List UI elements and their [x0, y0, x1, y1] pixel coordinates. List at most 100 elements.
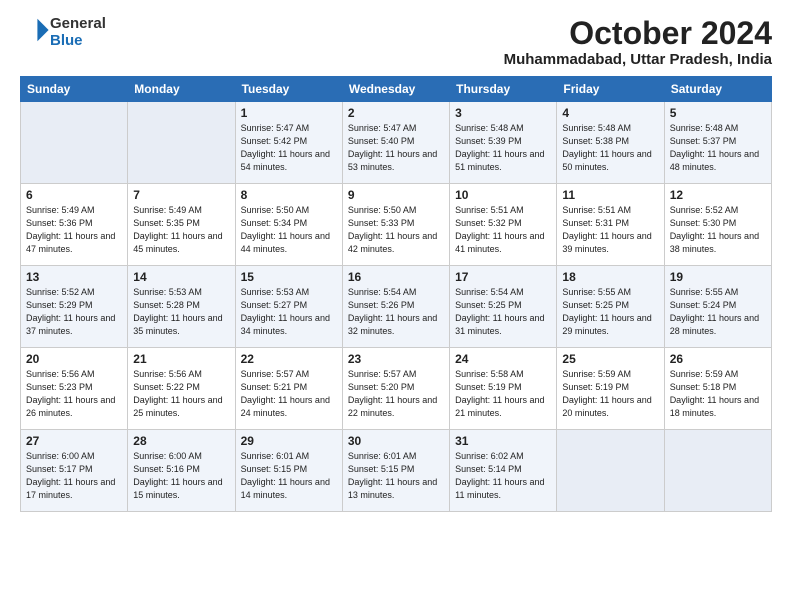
day-number: 17: [455, 270, 551, 284]
calendar-cell: 14 Sunrise: 5:53 AM Sunset: 5:28 PM Dayl…: [128, 266, 235, 348]
day-number: 14: [133, 270, 229, 284]
calendar-cell: 24 Sunrise: 5:58 AM Sunset: 5:19 PM Dayl…: [450, 348, 557, 430]
weekday-header: Thursday: [450, 77, 557, 102]
calendar-cell: 8 Sunrise: 5:50 AM Sunset: 5:34 PM Dayli…: [235, 184, 342, 266]
calendar-cell: 26 Sunrise: 5:59 AM Sunset: 5:18 PM Dayl…: [664, 348, 771, 430]
cell-info: Sunrise: 5:50 AM Sunset: 5:33 PM Dayligh…: [348, 204, 444, 256]
calendar-cell: 20 Sunrise: 5:56 AM Sunset: 5:23 PM Dayl…: [21, 348, 128, 430]
cell-info: Sunrise: 5:56 AM Sunset: 5:22 PM Dayligh…: [133, 368, 229, 420]
cell-info: Sunrise: 6:02 AM Sunset: 5:14 PM Dayligh…: [455, 450, 551, 502]
cell-info: Sunrise: 5:50 AM Sunset: 5:34 PM Dayligh…: [241, 204, 337, 256]
calendar-cell: 13 Sunrise: 5:52 AM Sunset: 5:29 PM Dayl…: [21, 266, 128, 348]
header: General Blue October 2024 Muhammadabad, …: [20, 16, 772, 68]
cell-info: Sunrise: 5:49 AM Sunset: 5:35 PM Dayligh…: [133, 204, 229, 256]
cell-info: Sunrise: 5:55 AM Sunset: 5:24 PM Dayligh…: [670, 286, 766, 338]
calendar-cell: 25 Sunrise: 5:59 AM Sunset: 5:19 PM Dayl…: [557, 348, 664, 430]
calendar-cell: 23 Sunrise: 5:57 AM Sunset: 5:20 PM Dayl…: [342, 348, 449, 430]
logo: General Blue: [20, 16, 106, 49]
cell-info: Sunrise: 5:49 AM Sunset: 5:36 PM Dayligh…: [26, 204, 122, 256]
day-number: 24: [455, 352, 551, 366]
day-number: 22: [241, 352, 337, 366]
day-number: 19: [670, 270, 766, 284]
weekday-header: Sunday: [21, 77, 128, 102]
calendar-cell: 22 Sunrise: 5:57 AM Sunset: 5:21 PM Dayl…: [235, 348, 342, 430]
day-number: 30: [348, 434, 444, 448]
cell-info: Sunrise: 5:47 AM Sunset: 5:40 PM Dayligh…: [348, 122, 444, 174]
day-number: 18: [562, 270, 658, 284]
logo-blue: Blue: [50, 33, 106, 50]
calendar-cell: 9 Sunrise: 5:50 AM Sunset: 5:33 PM Dayli…: [342, 184, 449, 266]
cell-info: Sunrise: 5:53 AM Sunset: 5:27 PM Dayligh…: [241, 286, 337, 338]
cell-info: Sunrise: 5:58 AM Sunset: 5:19 PM Dayligh…: [455, 368, 551, 420]
weekday-header: Tuesday: [235, 77, 342, 102]
cell-info: Sunrise: 6:00 AM Sunset: 5:17 PM Dayligh…: [26, 450, 122, 502]
weekday-header: Friday: [557, 77, 664, 102]
calendar-cell: 12 Sunrise: 5:52 AM Sunset: 5:30 PM Dayl…: [664, 184, 771, 266]
cell-info: Sunrise: 5:51 AM Sunset: 5:31 PM Dayligh…: [562, 204, 658, 256]
calendar-cell: [557, 430, 664, 512]
day-number: 2: [348, 106, 444, 120]
day-number: 13: [26, 270, 122, 284]
day-number: 6: [26, 188, 122, 202]
day-number: 16: [348, 270, 444, 284]
weekday-header: Wednesday: [342, 77, 449, 102]
day-number: 26: [670, 352, 766, 366]
calendar-cell: 27 Sunrise: 6:00 AM Sunset: 5:17 PM Dayl…: [21, 430, 128, 512]
location-title: Muhammadabad, Uttar Pradesh, India: [504, 51, 772, 68]
day-number: 31: [455, 434, 551, 448]
cell-info: Sunrise: 6:01 AM Sunset: 5:15 PM Dayligh…: [241, 450, 337, 502]
calendar-cell: 10 Sunrise: 5:51 AM Sunset: 5:32 PM Dayl…: [450, 184, 557, 266]
cell-info: Sunrise: 5:55 AM Sunset: 5:25 PM Dayligh…: [562, 286, 658, 338]
calendar-cell: 2 Sunrise: 5:47 AM Sunset: 5:40 PM Dayli…: [342, 102, 449, 184]
calendar-cell: 31 Sunrise: 6:02 AM Sunset: 5:14 PM Dayl…: [450, 430, 557, 512]
cell-info: Sunrise: 6:00 AM Sunset: 5:16 PM Dayligh…: [133, 450, 229, 502]
calendar-cell: 4 Sunrise: 5:48 AM Sunset: 5:38 PM Dayli…: [557, 102, 664, 184]
calendar-week-row: 20 Sunrise: 5:56 AM Sunset: 5:23 PM Dayl…: [21, 348, 772, 430]
cell-info: Sunrise: 5:57 AM Sunset: 5:21 PM Dayligh…: [241, 368, 337, 420]
day-number: 20: [26, 352, 122, 366]
page: General Blue October 2024 Muhammadabad, …: [0, 0, 792, 612]
day-number: 23: [348, 352, 444, 366]
calendar: SundayMondayTuesdayWednesdayThursdayFrid…: [20, 76, 772, 512]
cell-info: Sunrise: 6:01 AM Sunset: 5:15 PM Dayligh…: [348, 450, 444, 502]
day-number: 4: [562, 106, 658, 120]
title-block: October 2024 Muhammadabad, Uttar Pradesh…: [504, 16, 772, 68]
logo-icon: [22, 16, 50, 44]
cell-info: Sunrise: 5:52 AM Sunset: 5:29 PM Dayligh…: [26, 286, 122, 338]
calendar-cell: 30 Sunrise: 6:01 AM Sunset: 5:15 PM Dayl…: [342, 430, 449, 512]
calendar-cell: 29 Sunrise: 6:01 AM Sunset: 5:15 PM Dayl…: [235, 430, 342, 512]
weekday-header-row: SundayMondayTuesdayWednesdayThursdayFrid…: [21, 77, 772, 102]
calendar-cell: 6 Sunrise: 5:49 AM Sunset: 5:36 PM Dayli…: [21, 184, 128, 266]
calendar-week-row: 1 Sunrise: 5:47 AM Sunset: 5:42 PM Dayli…: [21, 102, 772, 184]
day-number: 10: [455, 188, 551, 202]
calendar-cell: 7 Sunrise: 5:49 AM Sunset: 5:35 PM Dayli…: [128, 184, 235, 266]
cell-info: Sunrise: 5:53 AM Sunset: 5:28 PM Dayligh…: [133, 286, 229, 338]
calendar-cell: 28 Sunrise: 6:00 AM Sunset: 5:16 PM Dayl…: [128, 430, 235, 512]
day-number: 21: [133, 352, 229, 366]
cell-info: Sunrise: 5:48 AM Sunset: 5:37 PM Dayligh…: [670, 122, 766, 174]
cell-info: Sunrise: 5:56 AM Sunset: 5:23 PM Dayligh…: [26, 368, 122, 420]
calendar-cell: 15 Sunrise: 5:53 AM Sunset: 5:27 PM Dayl…: [235, 266, 342, 348]
calendar-cell: 21 Sunrise: 5:56 AM Sunset: 5:22 PM Dayl…: [128, 348, 235, 430]
calendar-cell: [664, 430, 771, 512]
day-number: 28: [133, 434, 229, 448]
cell-info: Sunrise: 5:47 AM Sunset: 5:42 PM Dayligh…: [241, 122, 337, 174]
cell-info: Sunrise: 5:48 AM Sunset: 5:38 PM Dayligh…: [562, 122, 658, 174]
cell-info: Sunrise: 5:57 AM Sunset: 5:20 PM Dayligh…: [348, 368, 444, 420]
day-number: 3: [455, 106, 551, 120]
day-number: 27: [26, 434, 122, 448]
day-number: 25: [562, 352, 658, 366]
logo-general: General: [50, 16, 106, 33]
cell-info: Sunrise: 5:48 AM Sunset: 5:39 PM Dayligh…: [455, 122, 551, 174]
day-number: 12: [670, 188, 766, 202]
calendar-cell: 16 Sunrise: 5:54 AM Sunset: 5:26 PM Dayl…: [342, 266, 449, 348]
calendar-week-row: 13 Sunrise: 5:52 AM Sunset: 5:29 PM Dayl…: [21, 266, 772, 348]
weekday-header: Monday: [128, 77, 235, 102]
cell-info: Sunrise: 5:51 AM Sunset: 5:32 PM Dayligh…: [455, 204, 551, 256]
day-number: 11: [562, 188, 658, 202]
weekday-header: Saturday: [664, 77, 771, 102]
calendar-cell: 11 Sunrise: 5:51 AM Sunset: 5:31 PM Dayl…: [557, 184, 664, 266]
day-number: 9: [348, 188, 444, 202]
calendar-week-row: 27 Sunrise: 6:00 AM Sunset: 5:17 PM Dayl…: [21, 430, 772, 512]
day-number: 5: [670, 106, 766, 120]
